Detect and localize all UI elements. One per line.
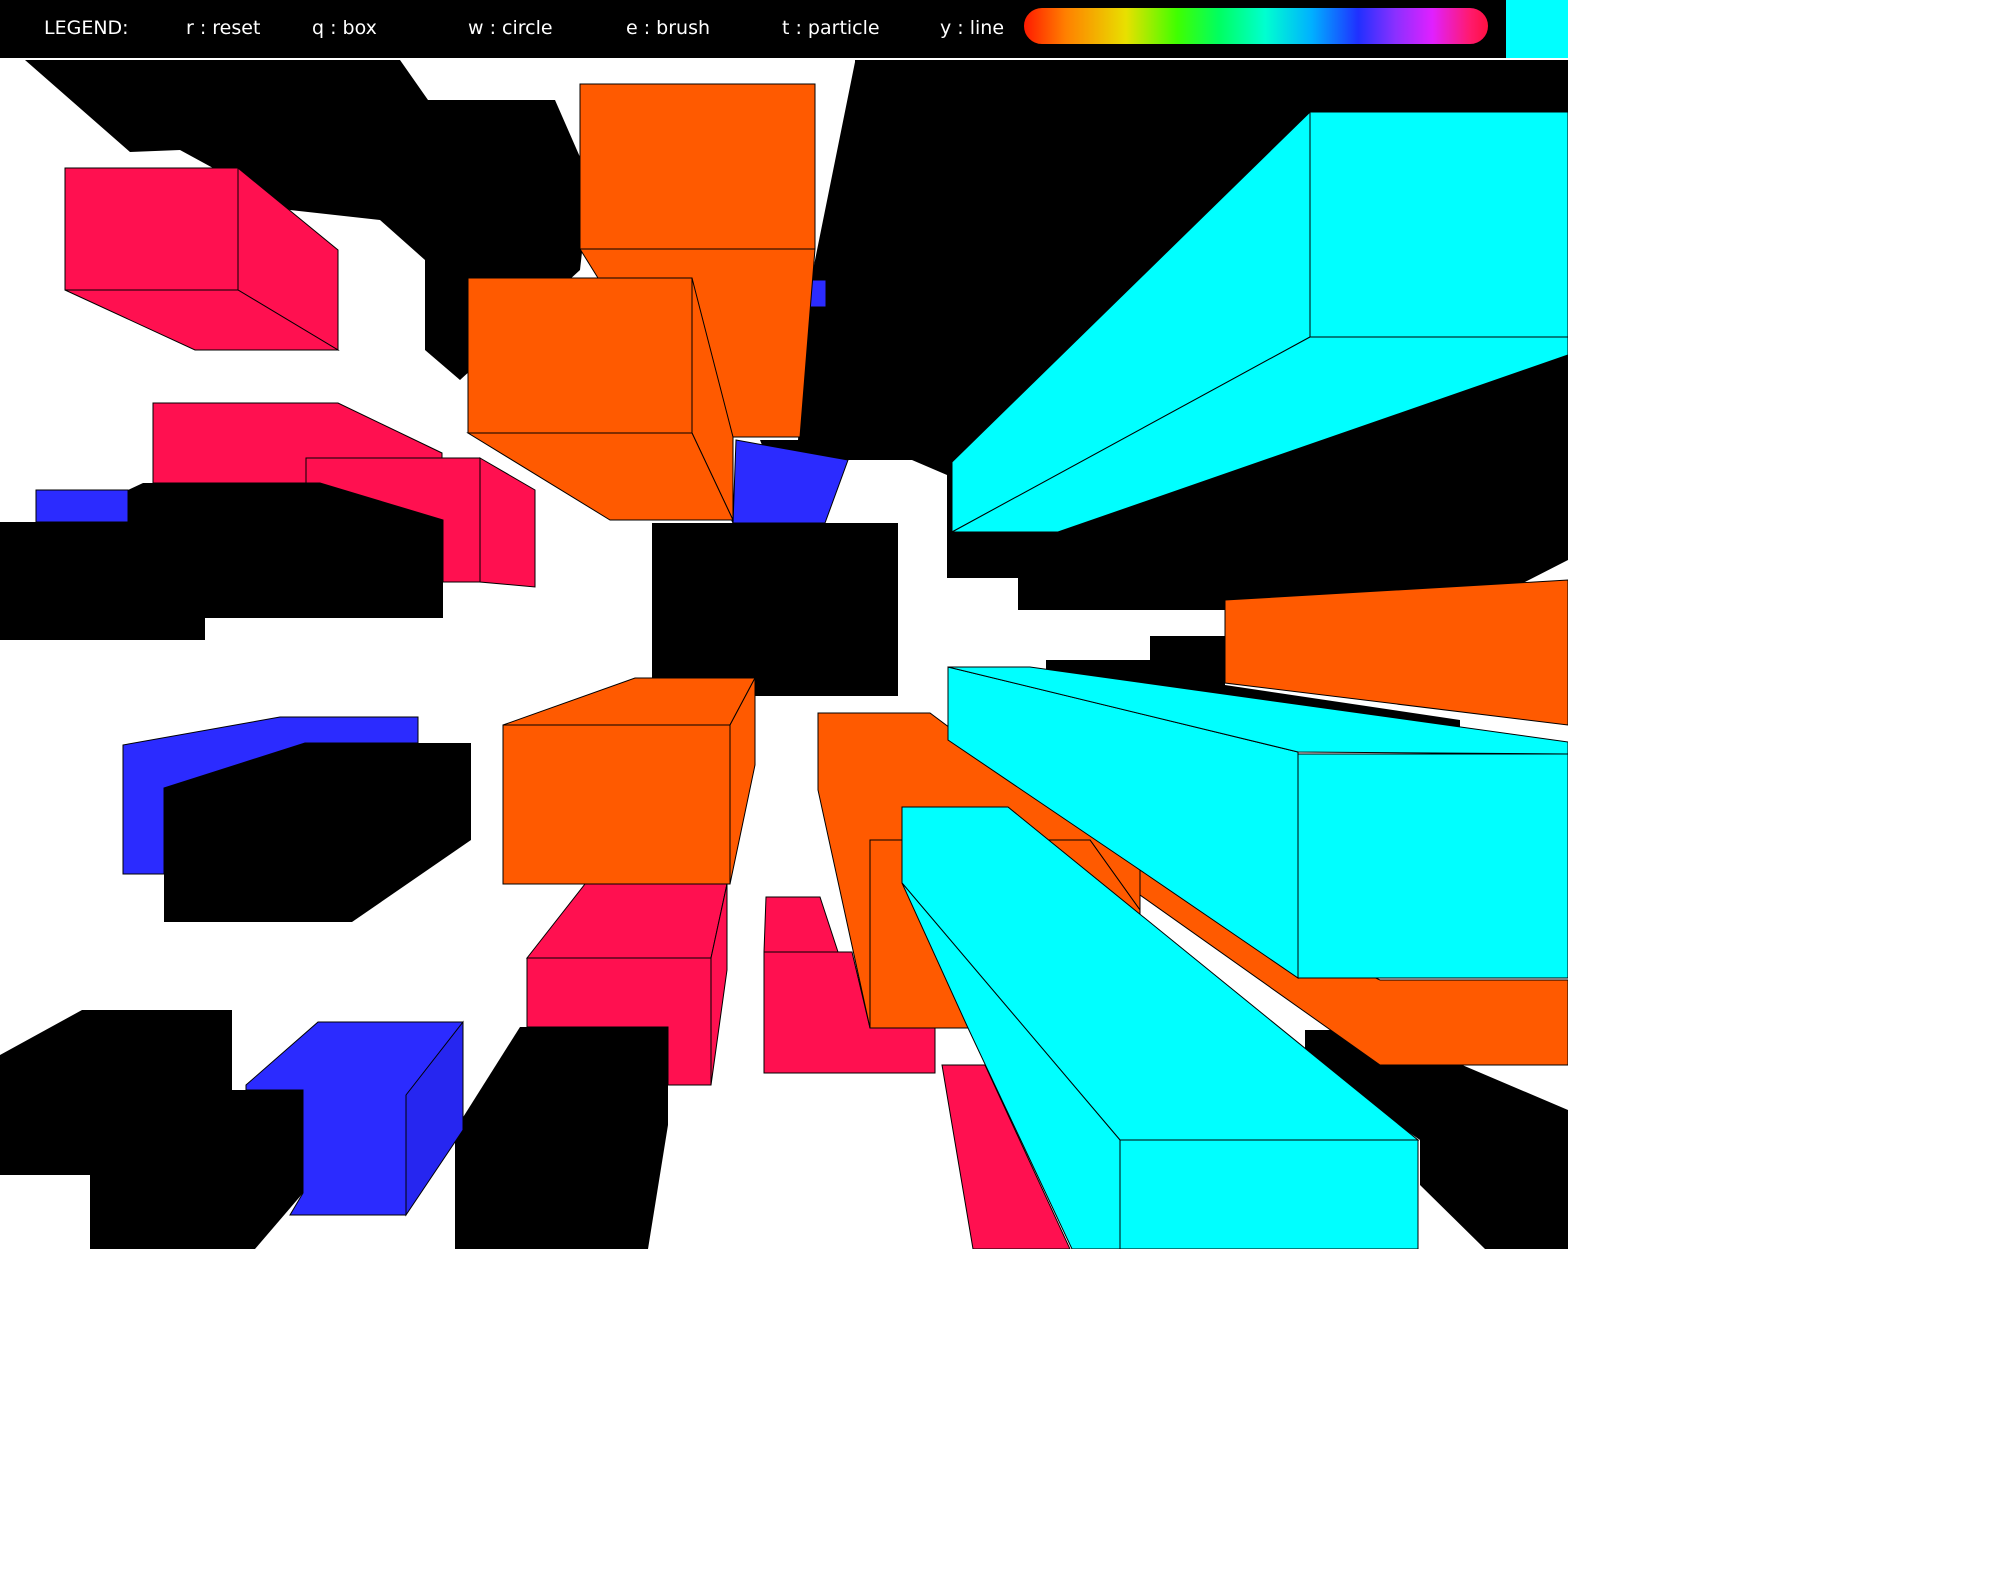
legend-item-particle[interactable]: t : particle bbox=[782, 16, 880, 40]
selected-color-swatch bbox=[1506, 0, 1568, 58]
color-spectrum-picker[interactable] bbox=[1022, 6, 1490, 46]
legend-item-box[interactable]: q : box bbox=[312, 16, 377, 40]
legend-title: LEGEND: bbox=[44, 17, 129, 39]
legend-item-circle[interactable]: w : circle bbox=[468, 16, 553, 40]
legend-item-brush[interactable]: e : brush bbox=[626, 16, 710, 40]
legend-item-line[interactable]: y : line bbox=[940, 16, 1004, 40]
legend-item-reset[interactable]: r : reset bbox=[186, 16, 260, 40]
drawing-canvas[interactable] bbox=[0, 0, 1568, 1249]
legend-toolbar: LEGEND: r : reset q : box w : circle e :… bbox=[0, 0, 1568, 58]
